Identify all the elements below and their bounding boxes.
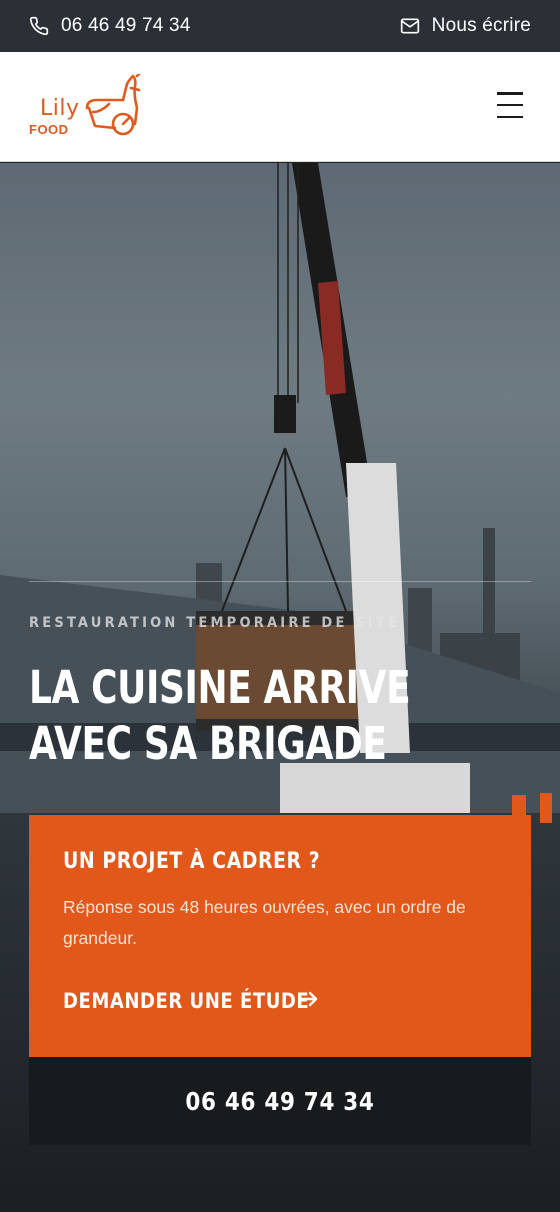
topbar-phone-link[interactable]: 06 46 49 74 34 <box>29 15 191 37</box>
menu-line <box>497 115 523 118</box>
menu-line <box>497 103 523 107</box>
cta-title: UN PROJET À CADRER ? <box>63 849 321 874</box>
phone-call-number: 06 46 49 74 34 <box>185 1086 375 1116</box>
project-cta-card: UN PROJET À CADRER ? Réponse sous 48 heu… <box>29 815 531 1057</box>
phone-icon <box>29 16 49 36</box>
menu-line <box>497 92 523 95</box>
logo-text-lily: Lily <box>40 96 80 121</box>
request-study-link[interactable]: DEMANDER UNE ÉTUDE <box>63 989 319 1013</box>
cta-description: Réponse sous 48 heures ouvrées, avec un … <box>63 897 466 948</box>
topbar-email-label: Nous écrire <box>431 15 531 36</box>
hero-eyebrow: RESTAURATION TEMPORAIRE DE SITE <box>29 615 401 631</box>
hero-section: RESTAURATION TEMPORAIRE DE SITE LA CUISI… <box>0 163 560 1212</box>
topbar-email-link[interactable]: Nous écrire <box>400 15 531 37</box>
headline-line-2: AVEC SA BRIGADE <box>29 717 387 770</box>
request-study-label: DEMANDER UNE ÉTUDE <box>63 989 310 1013</box>
top-contact-bar: 06 46 49 74 34 Nous écrire <box>0 0 560 52</box>
hero-headline: LA CUISINE ARRIVE AVEC SA BRIGADE <box>29 660 429 772</box>
hamburger-menu-icon[interactable] <box>497 92 525 118</box>
hero-divider-line <box>29 581 531 582</box>
topbar-phone-number: 06 46 49 74 34 <box>61 15 191 36</box>
lily-food-logo[interactable]: Lily FOOD <box>27 74 143 140</box>
phone-call-button[interactable]: 06 46 49 74 34 <box>29 1057 531 1145</box>
headline-line-1: LA CUISINE ARRIVE <box>29 661 411 714</box>
logo-text-food: FOOD <box>29 122 69 137</box>
envelope-icon <box>400 17 420 35</box>
site-header: Lily FOOD <box>0 52 560 162</box>
food-cart-icon <box>85 74 141 136</box>
